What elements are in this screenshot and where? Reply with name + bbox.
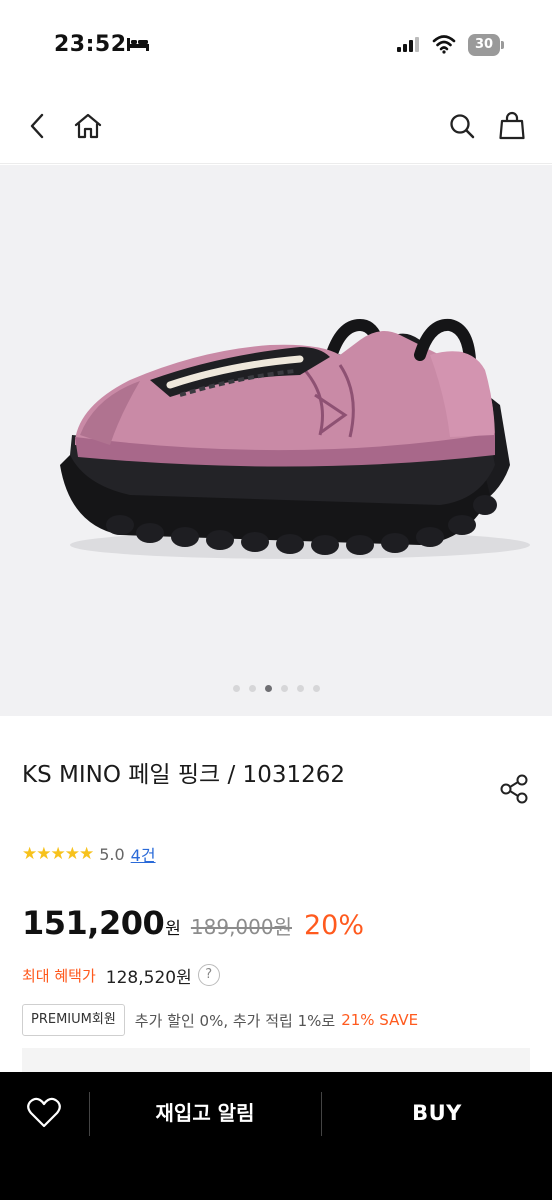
home-icon bbox=[74, 113, 102, 139]
like-button[interactable] bbox=[0, 1072, 88, 1154]
product-image-gallery[interactable] bbox=[0, 165, 552, 716]
gallery-pagination bbox=[0, 685, 552, 695]
cellular-signal-icon bbox=[397, 37, 419, 52]
gallery-dot[interactable] bbox=[232, 685, 240, 692]
discount-rate: 20% bbox=[304, 910, 365, 941]
battery-indicator: 30 bbox=[468, 34, 504, 56]
gallery-dot[interactable] bbox=[280, 685, 288, 692]
max-benefit-price: 128,520원 bbox=[105, 967, 192, 988]
product-image bbox=[60, 318, 530, 559]
gallery-dot[interactable] bbox=[296, 685, 304, 692]
battery-level: 30 bbox=[474, 37, 494, 52]
question-icon[interactable]: ? bbox=[197, 964, 220, 986]
top-navigation bbox=[0, 90, 552, 164]
review-count-link[interactable]: 4건 bbox=[131, 842, 156, 866]
status-bar: 23:52 30 bbox=[0, 0, 552, 90]
home-button[interactable] bbox=[72, 110, 104, 142]
back-button[interactable] bbox=[22, 110, 54, 142]
share-button[interactable] bbox=[498, 772, 532, 806]
price-row: 151,200 원 189,000원 20% bbox=[22, 904, 364, 948]
product-rating: ★★★★★ 5.0 4건 bbox=[22, 842, 156, 866]
restock-alert-button[interactable]: 재입고 알림 bbox=[90, 1072, 320, 1154]
product-info: KS MINO 페일 핑크 / 1031262 ★★★★★ 5.0 4건 151… bbox=[0, 716, 552, 1088]
heart-icon bbox=[27, 1097, 61, 1128]
product-title: KS MINO 페일 핑크 / 1031262 bbox=[22, 762, 345, 788]
original-price: 189,000원 bbox=[190, 915, 292, 939]
gallery-dot-active[interactable] bbox=[264, 685, 272, 692]
max-benefit-row: 최대 혜택가 128,520원 ? bbox=[22, 962, 220, 988]
share-icon bbox=[500, 774, 528, 804]
gallery-dot[interactable] bbox=[312, 685, 320, 692]
search-icon bbox=[450, 114, 475, 139]
membership-benefit-text: 추가 할인 0%, 추가 적립 1%로 bbox=[134, 1011, 336, 1030]
bottom-action-bar: 재입고 알림 BUY bbox=[0, 1072, 552, 1200]
shopping-bag-icon bbox=[499, 111, 525, 140]
buy-button[interactable]: BUY bbox=[322, 1072, 552, 1154]
rating-score: 5.0 bbox=[99, 844, 125, 864]
membership-badge: PREMIUM회원 bbox=[22, 1004, 125, 1036]
membership-save: 21% SAVE bbox=[341, 1011, 419, 1029]
max-benefit-label: 최대 혜택가 bbox=[22, 966, 96, 985]
price-unit: 원 bbox=[165, 919, 181, 939]
search-button[interactable] bbox=[446, 110, 478, 142]
cart-button[interactable] bbox=[496, 110, 528, 142]
membership-row: PREMIUM회원 추가 할인 0%, 추가 적립 1%로 21% SAVE bbox=[22, 1004, 418, 1036]
gallery-dot[interactable] bbox=[248, 685, 256, 692]
bed-icon bbox=[127, 38, 149, 51]
status-time: 23:52 bbox=[54, 32, 127, 57]
star-rating-icon: ★★★★★ bbox=[22, 844, 94, 864]
sale-price: 151,200 bbox=[22, 904, 165, 942]
wifi-icon bbox=[432, 35, 456, 54]
chevron-left-icon bbox=[30, 113, 44, 139]
